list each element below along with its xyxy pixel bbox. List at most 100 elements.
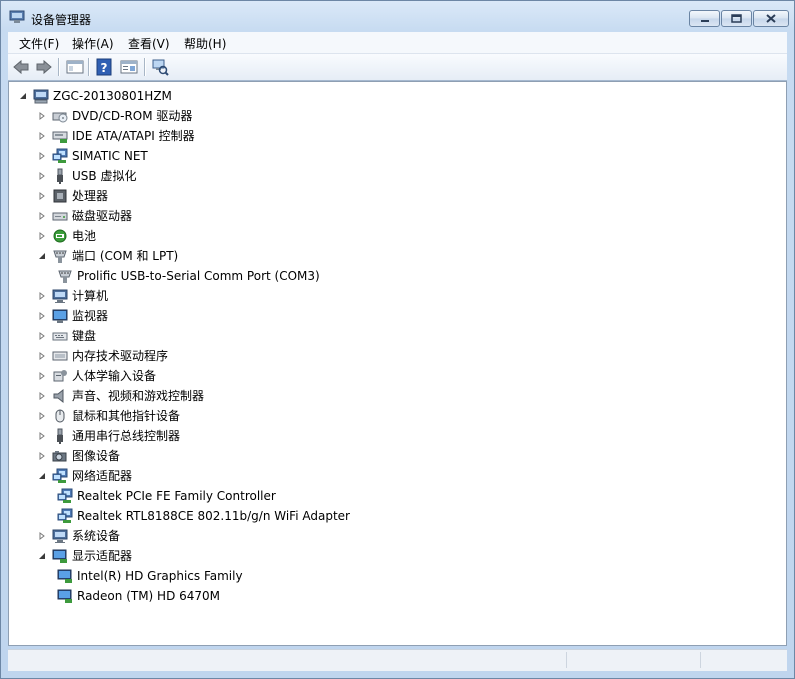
expand-triangle-icon[interactable] [38, 312, 46, 320]
tree-category[interactable]: 鼠标和其他指针设备 [38, 406, 180, 426]
port-icon [58, 270, 72, 283]
tree-item-label: 电池 [72, 229, 97, 243]
expand-triangle-icon[interactable] [38, 352, 46, 360]
expand-triangle-icon[interactable] [38, 452, 46, 460]
tree-root-label: ZGC-20130801HZM [53, 89, 172, 103]
tree-item-label: 人体学输入设备 [72, 369, 157, 383]
menu-help[interactable]: 帮助(H) [184, 35, 226, 52]
forward-arrow-icon[interactable] [35, 58, 53, 76]
tree-category[interactable]: 网络适配器 [38, 466, 132, 486]
tree-item-label: 磁盘驱动器 [72, 209, 133, 223]
help-icon[interactable]: ? [95, 58, 113, 76]
disk-drive-icon [52, 212, 68, 221]
close-button[interactable] [753, 10, 789, 27]
tree-category[interactable]: 处理器 [38, 186, 108, 206]
usb-icon [57, 428, 63, 444]
tree-category[interactable]: DVD/CD-ROM 驱动器 [38, 106, 192, 126]
collapse-triangle-icon[interactable] [19, 92, 27, 100]
tree-item-label: 网络适配器 [72, 469, 133, 483]
maximize-button[interactable] [721, 10, 752, 27]
tree-item-label: 端口 (COM 和 LPT) [72, 249, 179, 263]
tree-category[interactable]: 通用串行总线控制器 [38, 426, 180, 446]
expand-triangle-icon[interactable] [38, 332, 46, 340]
collapse-triangle-icon[interactable] [38, 472, 46, 480]
collapse-triangle-icon[interactable] [38, 252, 46, 260]
tree-category[interactable]: 系统设备 [38, 526, 120, 546]
menu-view[interactable]: 查看(V) [128, 35, 170, 52]
usb-icon [57, 168, 63, 184]
maximize-icon [731, 14, 742, 23]
tree-category[interactable]: IDE ATA/ATAPI 控制器 [38, 126, 195, 146]
expand-triangle-icon[interactable] [38, 432, 46, 440]
tree-device[interactable]: Intel(R) HD Graphics Family [57, 566, 243, 586]
tree-device[interactable]: Radeon (TM) HD 6470M [57, 586, 220, 606]
expand-triangle-icon[interactable] [38, 212, 46, 220]
tree-category[interactable]: SIMATIC NET [38, 146, 148, 166]
keyboard-icon [52, 332, 68, 341]
tree-category[interactable]: 监视器 [38, 306, 108, 326]
port-icon [53, 250, 67, 263]
tree-category[interactable]: 声音、视频和游戏控制器 [38, 386, 204, 406]
status-segment [566, 652, 697, 668]
expand-triangle-icon[interactable] [38, 132, 46, 140]
tree-category[interactable]: 键盘 [38, 326, 96, 346]
tree-item-label: 内存技术驱动程序 [72, 349, 169, 363]
status-bar [8, 649, 787, 671]
tree-category[interactable]: 内存技术驱动程序 [38, 346, 168, 366]
dvd-drive-icon [52, 112, 68, 123]
properties-icon[interactable] [120, 58, 138, 76]
expand-triangle-icon[interactable] [38, 192, 46, 200]
toolbar-separator [88, 58, 90, 76]
computer-icon [52, 289, 68, 303]
title-bar[interactable]: 设备管理器 [1, 1, 794, 31]
status-segment [700, 652, 786, 668]
tree-device[interactable]: Prolific USB-to-Serial Comm Port (COM3) [57, 266, 320, 286]
tree-category[interactable]: 电池 [38, 226, 96, 246]
expand-triangle-icon[interactable] [38, 152, 46, 160]
tree-item-label: Prolific USB-to-Serial Comm Port (COM3) [77, 269, 320, 283]
expand-triangle-icon[interactable] [38, 292, 46, 300]
tree-root[interactable]: ZGC-20130801HZM [19, 86, 172, 106]
expand-triangle-icon[interactable] [38, 172, 46, 180]
ide-controller-icon [52, 131, 68, 143]
display-adapter-icon [52, 549, 67, 563]
toolbar-separator [58, 58, 60, 76]
tree-category[interactable]: 端口 (COM 和 LPT) [38, 246, 178, 266]
device-tree[interactable]: ZGC-20130801HZM DVD/CD-ROM 驱动器 IDE ATA/AT… [8, 81, 787, 646]
tree-item-label: DVD/CD-ROM 驱动器 [72, 109, 193, 123]
expand-triangle-icon[interactable] [38, 412, 46, 420]
tree-item-label: SIMATIC NET [72, 149, 148, 163]
close-icon [766, 14, 776, 23]
expand-triangle-icon[interactable] [38, 232, 46, 240]
show-hide-console-tree-icon[interactable] [66, 58, 84, 76]
tree-category[interactable]: 人体学输入设备 [38, 366, 156, 386]
tree-category[interactable]: 显示适配器 [38, 546, 132, 566]
expand-triangle-icon[interactable] [38, 532, 46, 540]
speaker-icon [53, 388, 64, 404]
expand-triangle-icon[interactable] [38, 392, 46, 400]
tree-category[interactable]: 计算机 [38, 286, 108, 306]
menu-action[interactable]: 操作(A) [72, 35, 114, 52]
toolbar: ? [8, 54, 787, 81]
tree-device[interactable]: Realtek PCIe FE Family Controller [57, 486, 276, 506]
network-icon [52, 468, 68, 483]
expand-triangle-icon[interactable] [38, 372, 46, 380]
tree-category[interactable]: 图像设备 [38, 446, 120, 466]
processor-icon [53, 189, 67, 203]
minimize-button[interactable] [689, 10, 720, 27]
tree-item-label: IDE ATA/ATAPI 控制器 [72, 129, 195, 143]
tree-category[interactable]: USB 虚拟化 [38, 166, 136, 186]
mouse-icon [55, 409, 65, 423]
device-manager-window: 设备管理器 文件(F) 操作(A) 查看(V) 帮助(H) ? ZGC-2013… [0, 0, 795, 679]
network-icon [57, 508, 73, 523]
tree-item-label: 键盘 [72, 329, 97, 343]
menu-bar: 文件(F) 操作(A) 查看(V) 帮助(H) [8, 32, 787, 54]
collapse-triangle-icon[interactable] [38, 552, 46, 560]
tree-device[interactable]: Realtek RTL8188CE 802.11b/g/n WiFi Adapt… [57, 506, 350, 526]
scan-hardware-icon[interactable] [151, 58, 169, 76]
expand-triangle-icon[interactable] [38, 112, 46, 120]
tree-item-label: 计算机 [72, 289, 109, 303]
tree-category[interactable]: 磁盘驱动器 [38, 206, 132, 226]
back-arrow-icon[interactable] [12, 58, 30, 76]
menu-file[interactable]: 文件(F) [19, 35, 59, 52]
